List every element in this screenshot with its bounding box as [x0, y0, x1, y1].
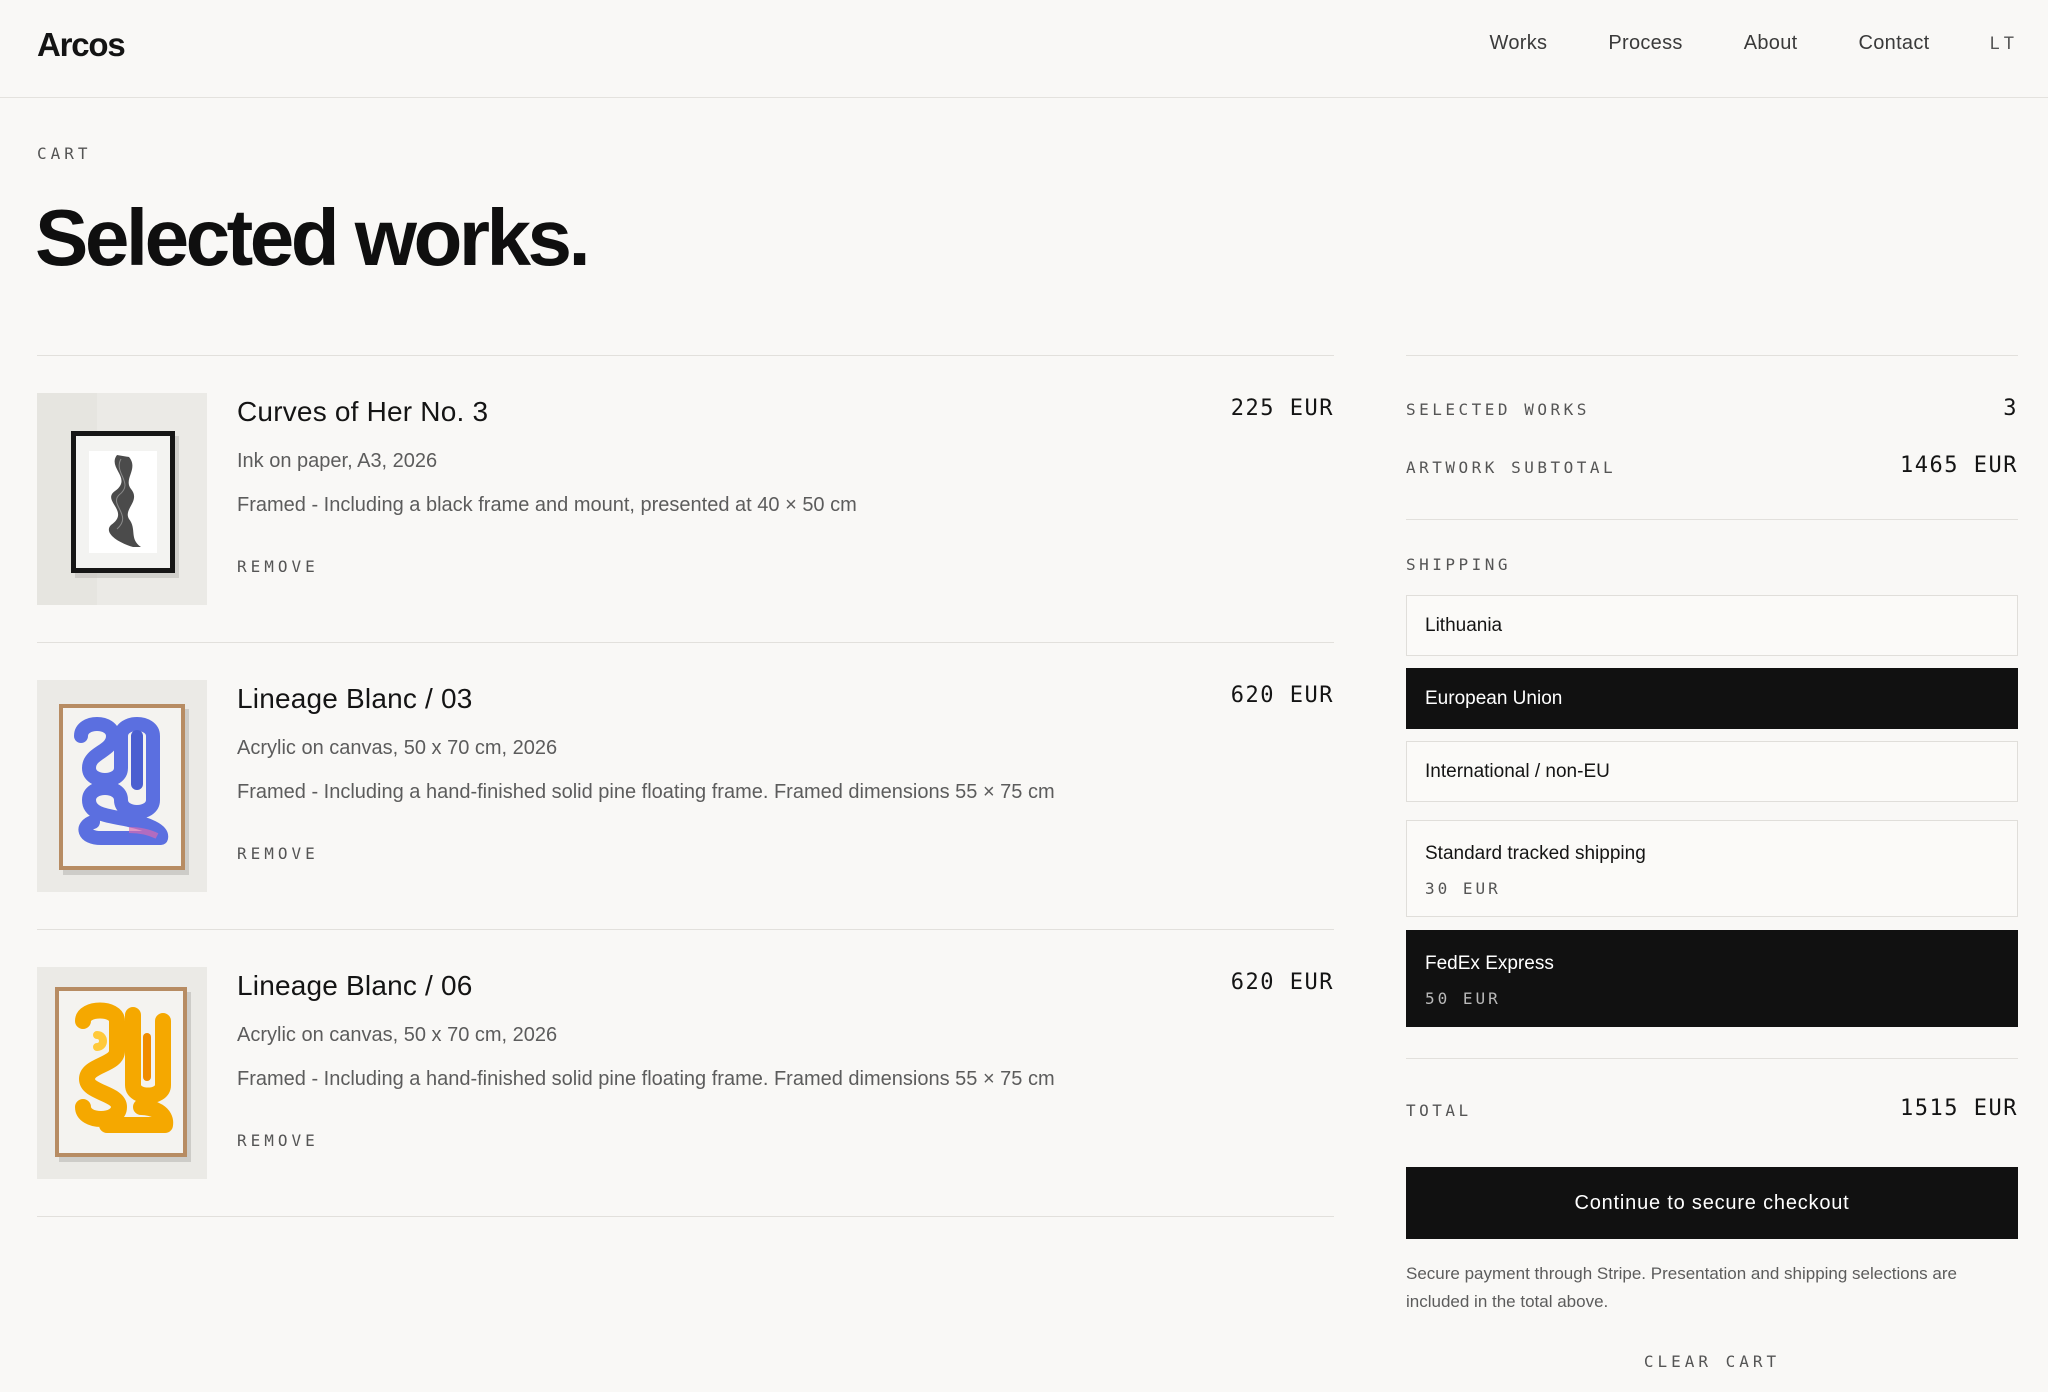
item-medium: Acrylic on canvas, 50 x 70 cm, 2026: [237, 1024, 558, 1046]
summary-counts: SELECTED WORKS 3 ARTWORK SUBTOTAL 1465 E…: [1406, 356, 2018, 520]
item-title[interactable]: Lineage Blanc / 06: [237, 970, 473, 1002]
clear-cart-button[interactable]: CLEAR CART: [1406, 1352, 2018, 1371]
framed-yellow-painting-image: [37, 967, 207, 1179]
item-price: 620 EUR: [1230, 970, 1334, 995]
item-title[interactable]: Curves of Her No. 3: [237, 396, 488, 428]
subtotal-value: 1465 EUR: [1900, 453, 2018, 478]
shipping-method-fedex[interactable]: FedEx Express 50 EUR: [1406, 930, 2018, 1027]
framed-ink-drawing-image: [37, 393, 207, 605]
remove-item-button[interactable]: REMOVE: [237, 844, 319, 863]
selected-works-count: 3: [2003, 396, 2018, 421]
main-nav: Works Process About Contact LT: [1429, 32, 2018, 55]
payment-note: Secure payment through Stripe. Presentat…: [1406, 1264, 1957, 1311]
shipping-method-standard[interactable]: Standard tracked shipping 30 EUR: [1406, 820, 2018, 917]
item-frame-option: Framed - Including a hand-finished solid…: [237, 1068, 1055, 1090]
item-medium: Acrylic on canvas, 50 x 70 cm, 2026: [237, 737, 558, 759]
nav-process[interactable]: Process: [1608, 32, 1682, 55]
item-frame-option: Framed - Including a black frame and mou…: [237, 494, 857, 516]
site-header: Arcos Works Process About Contact LT: [0, 0, 2048, 98]
cart-item: Lineage Blanc / 06 Acrylic on canvas, 50…: [37, 930, 1334, 1217]
item-medium: Ink on paper, A3, 2026: [237, 450, 438, 472]
language-switch[interactable]: LT: [1990, 34, 2018, 54]
nav-about[interactable]: About: [1744, 32, 1798, 55]
shipping-method-price: 30 EUR: [1425, 879, 1501, 898]
artwork-thumbnail[interactable]: [37, 393, 207, 605]
cart-page: Arcos Works Process About Contact LT CAR…: [0, 0, 2048, 1392]
nav-contact[interactable]: Contact: [1858, 32, 1929, 55]
order-summary: SELECTED WORKS 3 ARTWORK SUBTOTAL 1465 E…: [1406, 355, 2018, 1371]
item-price: 225 EUR: [1230, 396, 1334, 421]
site-logo[interactable]: Arcos: [37, 26, 126, 64]
page-eyebrow: CART: [37, 144, 92, 163]
checkout-button[interactable]: Continue to secure checkout: [1406, 1167, 2018, 1239]
framed-blue-painting-image: [37, 680, 207, 892]
shipping-method-name: FedEx Express: [1425, 953, 1554, 974]
item-frame-option: Framed - Including a hand-finished solid…: [237, 781, 1055, 803]
total-value: 1515 EUR: [1900, 1096, 2018, 1121]
cart-item: Lineage Blanc / 03 Acrylic on canvas, 50…: [37, 643, 1334, 930]
artwork-thumbnail[interactable]: [37, 680, 207, 892]
artwork-thumbnail[interactable]: [37, 967, 207, 1179]
shipping-method-price: 50 EUR: [1425, 989, 1501, 1008]
shipping-region-lithuania[interactable]: Lithuania: [1406, 595, 2018, 656]
total-label: TOTAL: [1406, 1101, 1472, 1120]
shipping-region-eu[interactable]: European Union: [1406, 668, 2018, 729]
remove-item-button[interactable]: REMOVE: [237, 557, 319, 576]
item-price: 620 EUR: [1230, 683, 1334, 708]
item-title[interactable]: Lineage Blanc / 03: [237, 683, 473, 715]
cart-list: Curves of Her No. 3 Ink on paper, A3, 20…: [37, 355, 1334, 1217]
shipping-method-name: Standard tracked shipping: [1425, 843, 1646, 864]
selected-works-label: SELECTED WORKS: [1406, 400, 1590, 419]
nav-works[interactable]: Works: [1490, 32, 1548, 55]
shipping-label: SHIPPING: [1406, 555, 1512, 574]
shipping-region-international[interactable]: International / non-EU: [1406, 741, 2018, 802]
page-title: Selected works.: [35, 193, 591, 282]
cart-item: Curves of Her No. 3 Ink on paper, A3, 20…: [37, 356, 1334, 643]
total-divider: [1406, 1058, 2018, 1059]
remove-item-button[interactable]: REMOVE: [237, 1131, 319, 1150]
subtotal-label: ARTWORK SUBTOTAL: [1406, 458, 1617, 477]
